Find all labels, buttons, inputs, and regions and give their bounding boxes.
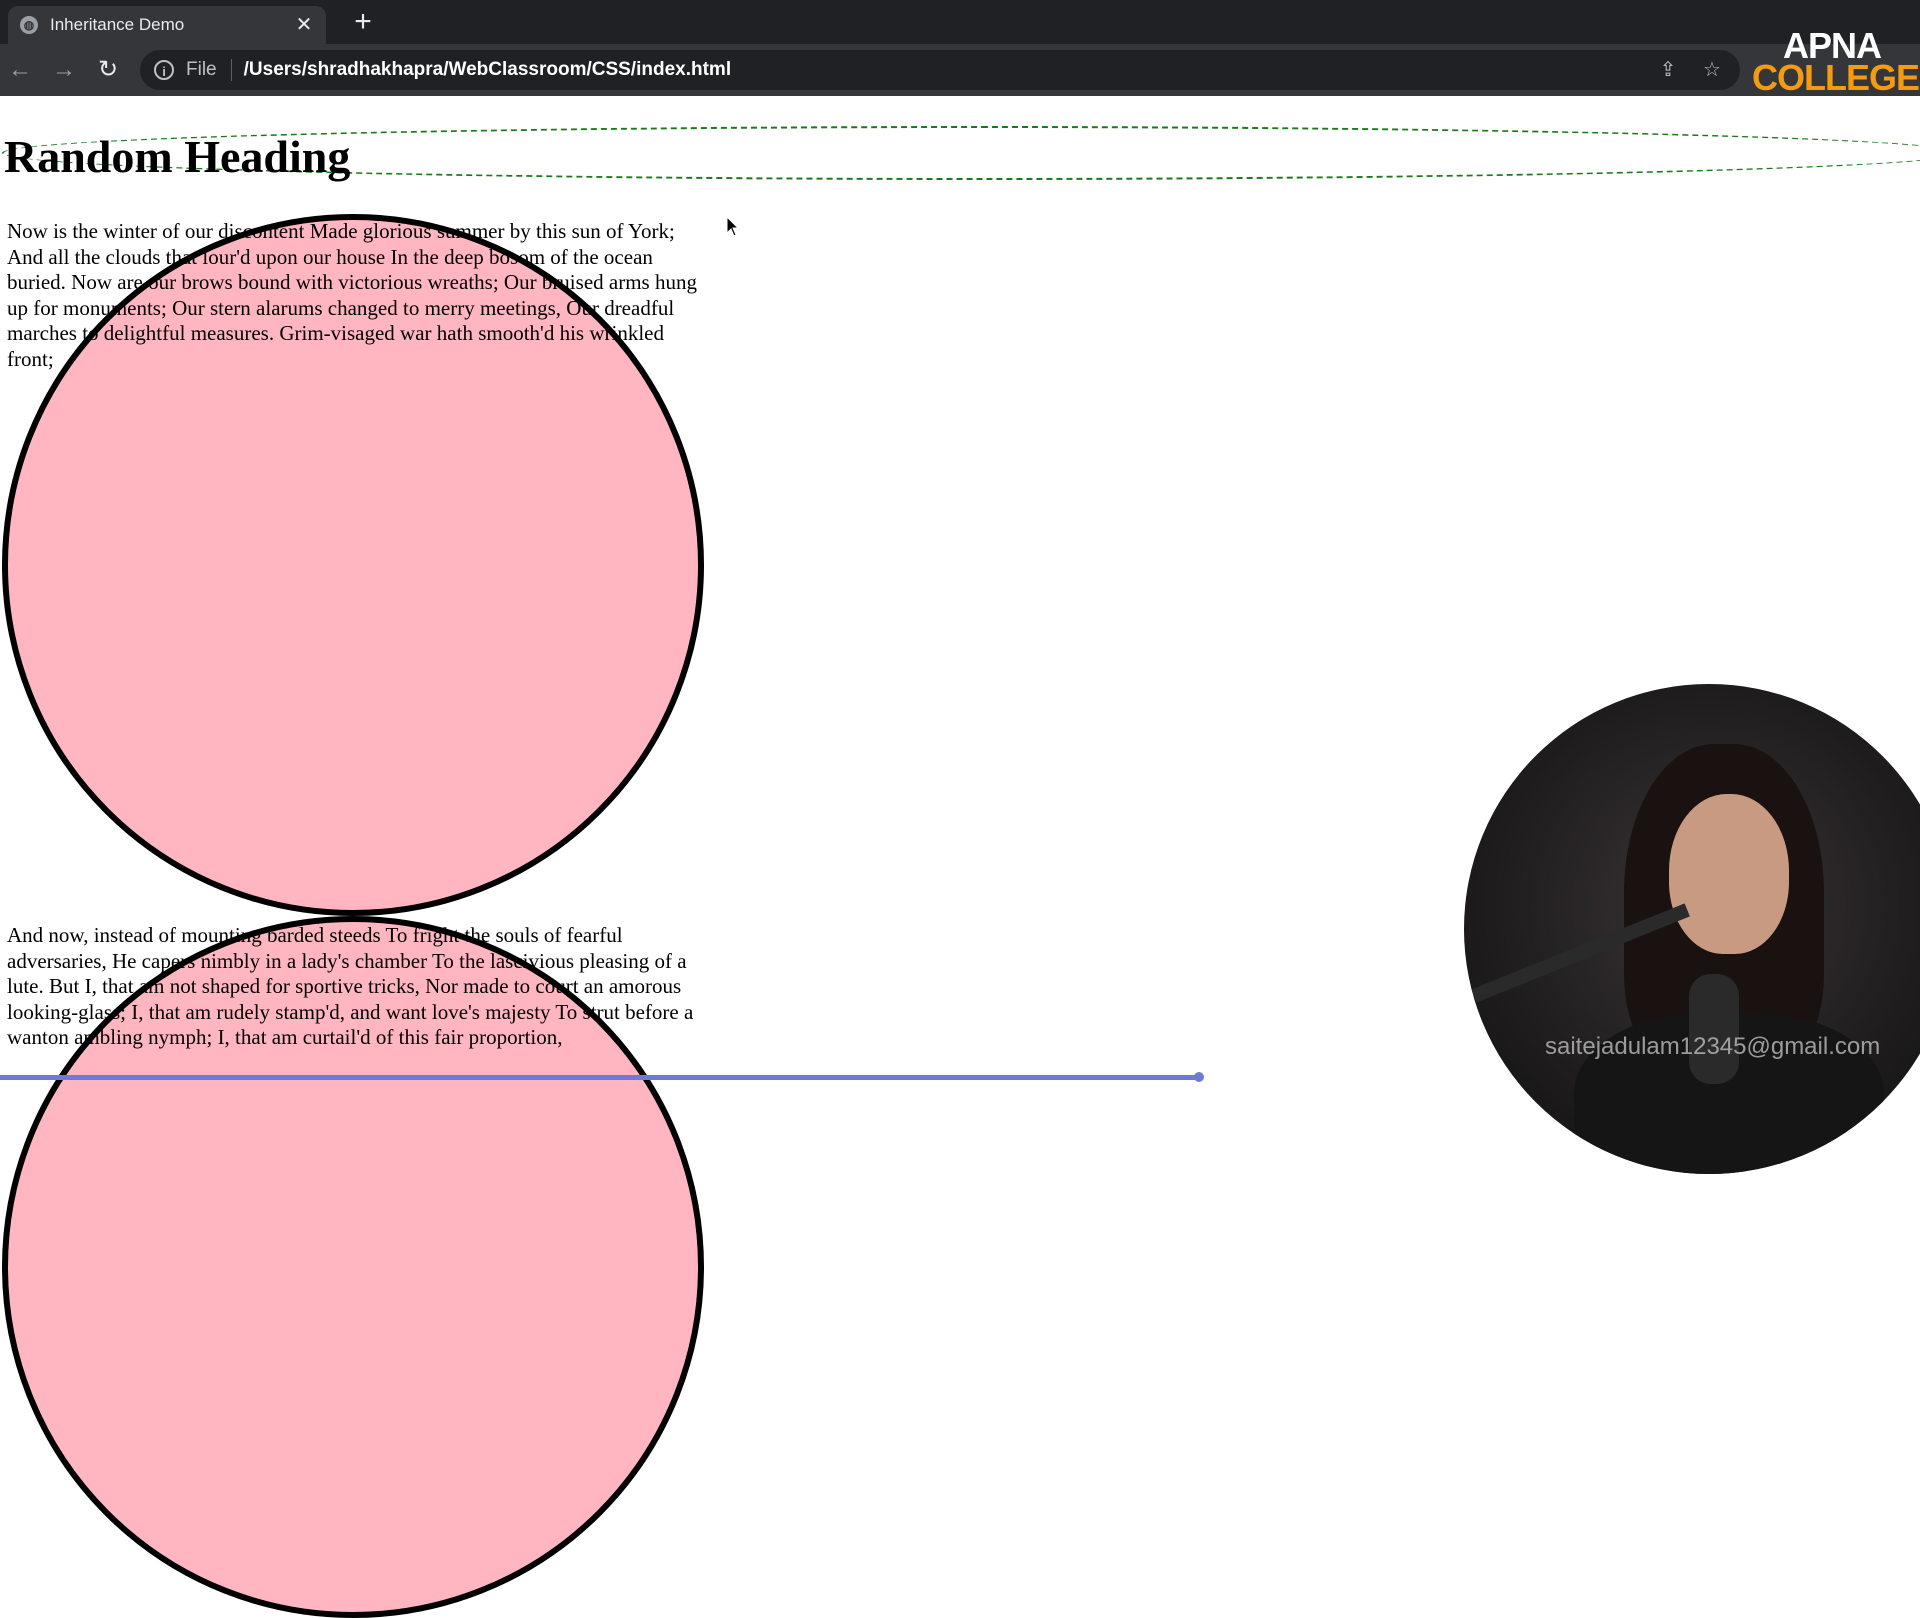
info-icon[interactable]: i bbox=[154, 60, 174, 80]
close-icon[interactable]: ✕ bbox=[292, 13, 316, 37]
reload-icon[interactable]: ↻ bbox=[92, 54, 124, 86]
plus-icon[interactable]: + bbox=[348, 7, 378, 38]
mouse-cursor-icon bbox=[726, 216, 740, 237]
video-progress-bar[interactable] bbox=[0, 1072, 1204, 1082]
star-icon[interactable]: ☆ bbox=[1700, 58, 1724, 82]
tab-title: Inheritance Demo bbox=[50, 15, 185, 34]
tab-strip: ◍ Inheritance Demo ✕ + bbox=[0, 0, 1920, 44]
url-text[interactable]: /Users/shradhakhapra/WebClassroom/CSS/in… bbox=[244, 59, 731, 81]
logo-line-2: COLLEGE bbox=[1752, 57, 1920, 98]
globe-icon: ◍ bbox=[20, 16, 38, 34]
back-icon[interactable]: ← bbox=[4, 54, 36, 86]
forward-icon[interactable]: → bbox=[48, 54, 80, 86]
webcam-overlay bbox=[1464, 684, 1920, 1174]
page-heading: Random Heading bbox=[4, 131, 351, 182]
browser-toolbar: ← → ↻ i File /Users/shradhakhapra/WebCla… bbox=[0, 44, 1920, 96]
paragraph: Now is the winter of our discontent Made… bbox=[7, 219, 697, 371]
apna-college-logo: APNA COLLEGE bbox=[1752, 28, 1920, 98]
scheme-label: File bbox=[186, 59, 217, 80]
presenter-face bbox=[1669, 794, 1789, 954]
watermark-email: saitejadulam12345@gmail.com bbox=[1545, 1033, 1881, 1060]
paragraph: And now, instead of mounting barded stee… bbox=[7, 923, 694, 1049]
tab-inheritance-demo[interactable]: ◍ Inheritance Demo ✕ bbox=[8, 6, 326, 44]
address-bar[interactable]: i File /Users/shradhakhapra/WebClassroom… bbox=[140, 50, 1740, 90]
microphone bbox=[1689, 974, 1739, 1084]
divider bbox=[230, 59, 232, 81]
browser-chrome: ◍ Inheritance Demo ✕ + ← → ↻ i File /Use… bbox=[0, 0, 1920, 96]
progress-knob[interactable] bbox=[1194, 1072, 1204, 1082]
share-icon[interactable]: ⇪ bbox=[1656, 58, 1680, 82]
